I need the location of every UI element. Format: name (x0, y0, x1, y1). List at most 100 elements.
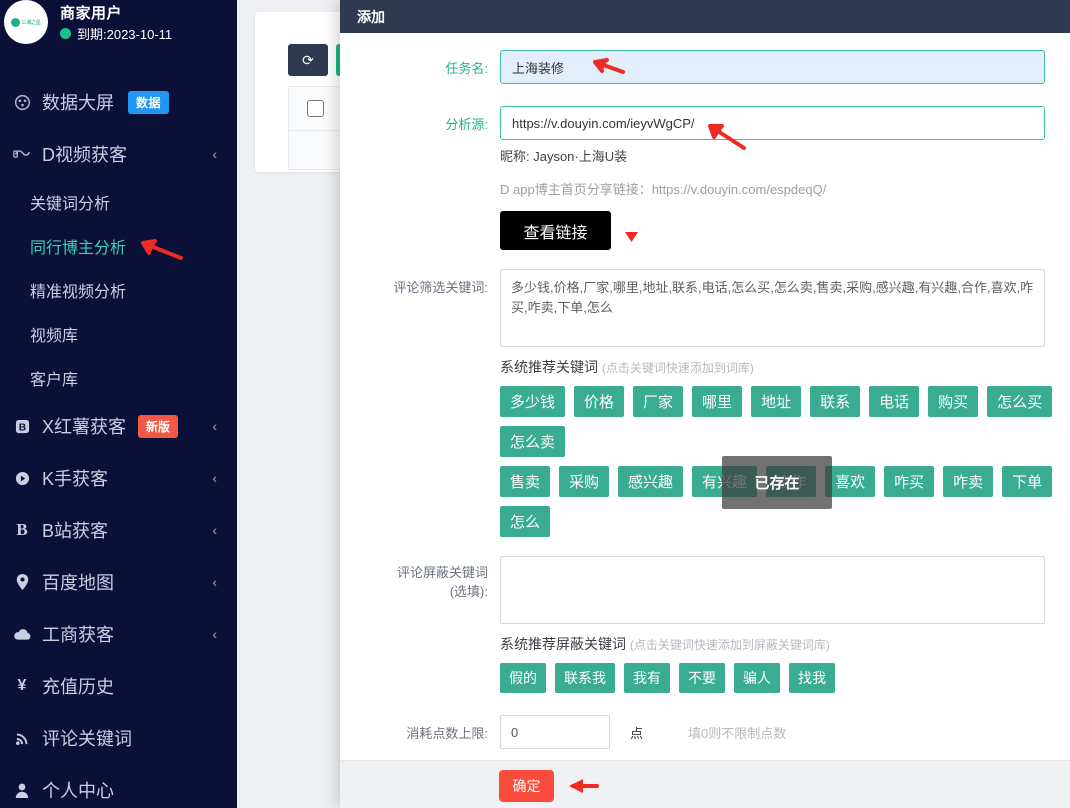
keyword-tag[interactable]: 联系 (810, 386, 861, 417)
points-hint: 填0则不限制点数 (688, 725, 787, 741)
keyword-tag[interactable]: 有兴趣 (692, 466, 758, 497)
keyword-tag[interactable]: 怎么卖 (500, 426, 566, 457)
sidebar-item-recharge-history[interactable]: ¥ 充值历史 (0, 660, 237, 712)
logo-text: 三湘之星 (21, 19, 41, 26)
keyword-tag[interactable]: 咋卖 (943, 466, 994, 497)
analysis-source-label: 分析源: (445, 117, 488, 132)
keyword-tag[interactable]: 喜欢 (825, 466, 876, 497)
sidebar-item-dashboard[interactable]: 数据大屏 数据 (0, 76, 237, 128)
block-keyword-tag[interactable]: 不要 (679, 663, 725, 693)
sidebar-item-keyword-analysis[interactable]: 关键词分析 (0, 180, 237, 224)
points-limit-label: 消耗点数上限: (406, 726, 488, 741)
keyword-tag[interactable]: 购买 (928, 386, 979, 417)
avatar[interactable]: 三湘之星 (4, 0, 48, 44)
keyword-tag[interactable]: 多少钱 (500, 386, 566, 417)
block-recommend-title-text: 系统推荐屏蔽关键词 (500, 636, 626, 652)
block-keyword-tag[interactable]: 假的 (500, 663, 546, 693)
block-keyword-tag[interactable]: 我有 (624, 663, 670, 693)
app-root: 三湘之星 商家用户 到期:2023-10-11 数据大屏 数据 D视频获客 ‹ … (0, 0, 1070, 808)
sidebar-item-peer-blogger-analysis[interactable]: 同行博主分析 (0, 224, 237, 268)
block-label-line1: 评论屏蔽关键词 (396, 565, 488, 580)
cloud-icon (8, 628, 36, 641)
add-task-modal: 添加 任务名: 分析源: (340, 0, 1070, 808)
sidebar-item-video-library[interactable]: 视频库 (0, 312, 237, 356)
block-keyword-tag[interactable]: 找我 (789, 663, 835, 693)
block-recommend-title: 系统推荐屏蔽关键词 (点击关键词快速添加到屏蔽关键词库) (500, 634, 1070, 654)
field-analysis-source: 分析源: 昵称: Jayson·上海U装 D app博主首页分享链接：https… (340, 106, 1070, 250)
keyword-tag[interactable]: 哪里 (692, 386, 743, 417)
select-all-checkbox[interactable] (307, 100, 324, 117)
xiaohongshu-icon: B (8, 419, 36, 434)
submenu-label: 同行博主分析 (30, 240, 127, 257)
map-pin-icon (8, 574, 36, 590)
view-link-button[interactable]: 查看链接 (500, 211, 611, 250)
submenu-label: 视频库 (30, 328, 79, 345)
block-keyword-tag[interactable]: 骗人 (734, 663, 780, 693)
video-icon (8, 147, 36, 162)
refresh-button[interactable]: ⟳ (288, 44, 328, 76)
sidebar-item-profile[interactable]: 个人中心 (0, 764, 237, 808)
sidebar-item-label: D视频获客 (42, 145, 127, 165)
field-task-name: 任务名: (340, 50, 1070, 84)
block-keywords-tags: 假的 联系我 我有 不要 骗人 找我 (500, 663, 1070, 693)
sidebar-item-label: 百度地图 (42, 573, 114, 593)
bilibili-icon: B (16, 520, 28, 539)
sidebar-item-comment-keywords[interactable]: 评论关键词 (0, 712, 237, 764)
recommend-title-text: 系统推荐关键词 (500, 359, 598, 375)
sidebar-item-douyin[interactable]: D视频获客 ‹ (0, 128, 237, 180)
sidebar-item-business-registry[interactable]: 工商获客 ‹ (0, 608, 237, 660)
recommend-keywords-title: 系统推荐关键词 (点击关键词快速添加到词库) (500, 357, 1070, 377)
kuaishou-icon (8, 471, 36, 486)
yuan-icon: ¥ (17, 677, 27, 694)
keyword-tag[interactable]: 下单 (1002, 466, 1053, 497)
sidebar-user-name: 商家用户 (60, 5, 123, 22)
points-limit-input[interactable] (500, 715, 610, 749)
submenu-label: 客户库 (30, 372, 79, 389)
filter-keywords-textarea[interactable]: 多少钱,价格,厂家,哪里,地址,联系,电话,怎么买,怎么卖,售卖,采购,感兴趣,… (500, 269, 1045, 347)
sidebar-item-customer-library[interactable]: 客户库 (0, 356, 237, 400)
chevron-left-icon: ‹ (212, 626, 217, 642)
keyword-tag[interactable]: 怎么买 (987, 386, 1053, 417)
block-recommend-title-sub: (点击关键词快速添加到屏蔽关键词库) (629, 638, 830, 652)
keyword-tag[interactable]: 售卖 (500, 466, 551, 497)
sidebar-item-label: 数据大屏 (42, 93, 114, 113)
expire-text: 到期:2023-10-11 (77, 27, 173, 42)
analysis-source-input[interactable] (500, 106, 1045, 140)
rss-icon (8, 731, 36, 746)
annotation-arrow-view-link (625, 232, 638, 242)
nickname-hint: 昵称: Jayson·上海U装 (500, 149, 628, 164)
sidebar-item-label: B站获客 (42, 521, 109, 541)
new-badge: 新版 (138, 414, 179, 438)
block-keywords-textarea[interactable] (500, 556, 1045, 624)
sidebar-item-xiaohongshu[interactable]: B X红薯获客 新版 ‹ (0, 400, 237, 452)
confirm-button[interactable]: 确定 (499, 770, 554, 802)
share-link-hint: D app博主首页分享链接：https://v.douyin.com/espde… (500, 182, 827, 197)
sidebar-item-precise-video-analysis[interactable]: 精准视频分析 (0, 268, 237, 312)
task-name-input[interactable] (500, 50, 1045, 84)
keyword-tag[interactable]: 咋买 (884, 466, 935, 497)
sidebar-item-label: 工商获客 (42, 625, 114, 645)
sidebar-item-bilibili[interactable]: B B站获客 ‹ (0, 504, 237, 556)
sidebar-menu: 数据大屏 数据 D视频获客 ‹ 关键词分析 同行博主分析 精准视频分析 视频库 … (0, 76, 237, 808)
keyword-tag[interactable]: 采购 (559, 466, 610, 497)
keyword-tag[interactable]: 厂家 (633, 386, 684, 417)
user-icon (8, 783, 36, 798)
field-points-limit: 消耗点数上限: 点 填0则不限制点数 (340, 715, 1070, 749)
annotation-arrow-confirm (569, 779, 599, 793)
keyword-tag[interactable]: 价格 (574, 386, 625, 417)
sidebar-item-label: X红薯获客 (42, 417, 127, 437)
keyword-tag[interactable]: 电话 (869, 386, 920, 417)
keyword-tag[interactable]: 怎么 (500, 506, 551, 537)
recommend-keywords-row-1: 多少钱 价格 厂家 哪里 地址 联系 电话 购买 怎么买 怎么卖 (500, 386, 1070, 457)
sidebar-header: 三湘之星 商家用户 到期:2023-10-11 (0, 0, 237, 48)
keyword-tag[interactable]: 感兴趣 (618, 466, 684, 497)
filter-keywords-label: 评论筛选关键词: (393, 280, 488, 295)
field-block-keywords: 评论屏蔽关键词 (选填): 系统推荐屏蔽关键词 (点击关键词快速添加到屏蔽关键词… (340, 556, 1070, 693)
keyword-tag[interactable]: 合作 (766, 466, 817, 497)
sidebar-item-kuaishou[interactable]: K手获客 ‹ (0, 452, 237, 504)
sidebar-item-baidu-map[interactable]: 百度地图 ‹ (0, 556, 237, 608)
chevron-left-icon: ‹ (212, 470, 217, 486)
keyword-tag[interactable]: 地址 (751, 386, 802, 417)
chevron-left-icon: ‹ (212, 146, 217, 162)
block-keyword-tag[interactable]: 联系我 (555, 663, 615, 693)
